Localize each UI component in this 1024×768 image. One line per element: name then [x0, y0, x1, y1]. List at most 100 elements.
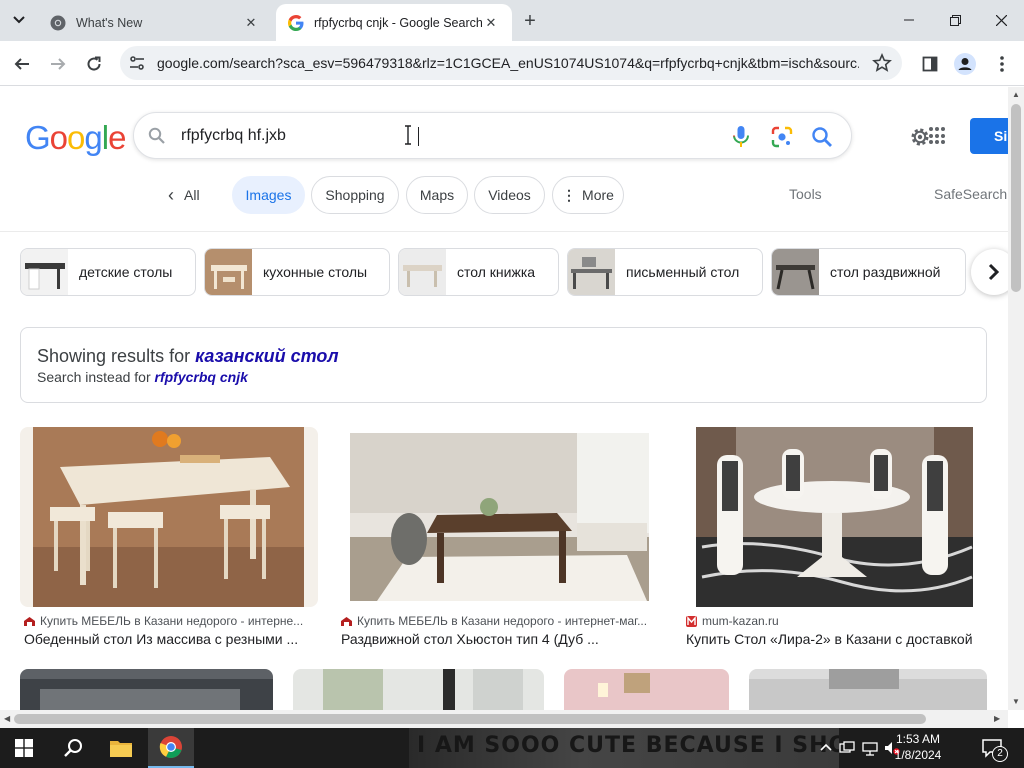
arrow-left-icon	[14, 58, 29, 70]
related-search-chip[interactable]: кухонные столы	[204, 248, 390, 296]
result-image[interactable]	[293, 669, 544, 710]
scroll-down-icon[interactable]: ▼	[1012, 697, 1020, 706]
close-icon	[995, 14, 1007, 26]
result-source-text: Купить МЕБЕЛЬ в Казани недорого - интерн…	[40, 614, 304, 628]
minimize-button[interactable]	[886, 0, 932, 40]
related-search-chip[interactable]: детские столы	[20, 248, 196, 296]
new-tab-button[interactable]: +	[518, 9, 542, 33]
horizontal-scrollbar[interactable]: ◀ ▶	[0, 710, 1008, 728]
system-clock[interactable]: 1:53 AM 1/8/2024	[884, 731, 952, 763]
search-instead-line: Search instead for rfpfycrbq cnjk	[37, 369, 248, 385]
wallpaper-text: I AM SOOO CUTE BECAUSE I SHOW	[417, 733, 839, 758]
result-image[interactable]	[749, 669, 987, 710]
related-search-label: стол книжка	[457, 264, 536, 280]
related-search-chip[interactable]: стол раздвижной	[771, 248, 966, 296]
tab-images[interactable]: Images	[232, 176, 305, 214]
result-title[interactable]: Обеденный стол Из массива с резными ...	[24, 631, 318, 647]
search-input[interactable]	[181, 125, 681, 147]
image-result[interactable]: mum-kazan.ru Купить Стол «Лира-2» в Каза…	[682, 427, 987, 649]
close-tab-button[interactable]: ✕	[242, 14, 260, 32]
text-cursor	[418, 127, 419, 146]
showing-results-prefix: Showing results for	[37, 346, 191, 366]
vertical-scrollbar[interactable]: ▲ ▼	[1008, 87, 1024, 710]
corrected-query-link[interactable]: казанский стол	[195, 346, 339, 366]
related-search-chip[interactable]: стол книжка	[398, 248, 559, 296]
google-apps-icon[interactable]	[929, 127, 947, 145]
tab-whats-new[interactable]: What's New ✕	[38, 4, 272, 41]
google-logo[interactable]: Google	[25, 119, 126, 157]
result-title[interactable]: Купить Стол «Лира-2» в Казани с доставко…	[686, 631, 987, 647]
arrow-right-icon	[51, 58, 66, 70]
related-search-label: письменный стол	[626, 264, 740, 280]
google-lens-icon[interactable]	[771, 126, 793, 148]
reload-button[interactable]	[80, 50, 108, 78]
file-explorer-button[interactable]	[98, 728, 144, 768]
address-bar[interactable]: google.com/search?sca_esv=596479318&rlz=…	[120, 46, 902, 80]
result-image	[682, 427, 987, 607]
taskbar: I AM SOOO CUTE BECAUSE I SHOW 1:53 AM 1/…	[0, 728, 1024, 768]
result-image[interactable]	[564, 669, 729, 710]
restore-button[interactable]	[932, 0, 978, 40]
nav-all[interactable]: ‹ All	[168, 178, 200, 212]
result-source[interactable]: Купить МЕБЕЛЬ в Казани недорого - интерн…	[24, 614, 314, 628]
image-result[interactable]: Купить МЕБЕЛЬ в Казани недорого - интерн…	[337, 427, 663, 649]
tab-videos[interactable]: Videos	[474, 176, 545, 214]
back-button[interactable]	[8, 50, 36, 78]
related-thumbnail	[568, 249, 615, 295]
tab-title: What's New	[76, 15, 143, 30]
safesearch-button[interactable]: SafeSearch	[934, 186, 1007, 202]
chrome-icon	[159, 736, 182, 758]
original-query-link[interactable]: rfpfycrbq cnjk	[155, 369, 248, 385]
chevron-up-icon[interactable]	[818, 740, 834, 756]
result-title[interactable]: Раздвижной стол Хьюстон тип 4 (Дуб ...	[341, 631, 663, 647]
menu-button[interactable]	[988, 50, 1016, 78]
forward-button[interactable]	[44, 50, 72, 78]
result-source[interactable]: Купить МЕБЕЛЬ в Казани недорого - интерн…	[341, 614, 663, 628]
result-source[interactable]: mum-kazan.ru	[686, 614, 986, 628]
side-panel-button[interactable]	[916, 50, 944, 78]
logo-letter: g	[84, 119, 102, 156]
related-thumbnail	[399, 249, 446, 295]
scroll-left-icon[interactable]: ◀	[4, 714, 10, 723]
chevron-right-icon	[988, 263, 1000, 281]
related-search-label: детские столы	[79, 264, 173, 280]
network-status-icon[interactable]	[839, 740, 855, 756]
taskbar-search-button[interactable]	[50, 728, 96, 768]
related-search-chip[interactable]: письменный стол	[567, 248, 763, 296]
close-tab-button[interactable]: ✕	[482, 14, 500, 32]
search-icon	[148, 127, 165, 144]
scrollbar-thumb[interactable]	[14, 714, 926, 724]
site-favicon-icon	[686, 615, 697, 627]
browser-toolbar: google.com/search?sca_esv=596479318&rlz=…	[0, 41, 1024, 86]
scroll-right-icon[interactable]: ▶	[994, 714, 1000, 723]
tools-button[interactable]: Tools	[789, 186, 822, 202]
tab-title: rfpfycrbq cnjk - Google Search	[314, 15, 482, 30]
tab-google-search[interactable]: rfpfycrbq cnjk - Google Search ✕	[276, 4, 512, 41]
result-image	[20, 427, 318, 607]
search-instead-prefix: Search instead for	[37, 369, 151, 385]
image-result[interactable]: Купить МЕБЕЛЬ в Казани недорого - интерн…	[20, 427, 318, 649]
close-window-button[interactable]	[978, 0, 1024, 40]
tab-maps[interactable]: Maps	[406, 176, 468, 214]
bookmark-star-icon[interactable]	[872, 53, 892, 73]
related-thumbnail	[205, 249, 252, 295]
minimize-icon	[904, 19, 914, 21]
logo-letter: e	[108, 119, 126, 156]
scrollbar-thumb[interactable]	[1011, 104, 1021, 292]
related-search-label: кухонные столы	[263, 264, 368, 280]
chrome-icon	[50, 15, 66, 30]
scroll-up-icon[interactable]: ▲	[1012, 90, 1020, 99]
spelling-correction-card: Showing results for казанский стол Searc…	[20, 327, 987, 403]
tab-search-button[interactable]	[6, 8, 32, 32]
tab-more[interactable]: ⋮ More	[552, 176, 624, 214]
profile-button[interactable]	[951, 50, 979, 78]
chrome-taskbar-button[interactable]	[148, 728, 194, 768]
search-submit-icon[interactable]	[811, 126, 833, 148]
result-source-text: Купить МЕБЕЛЬ в Казани недорого - интерн…	[357, 614, 648, 628]
microphone-icon[interactable]	[730, 125, 752, 149]
ethernet-icon[interactable]	[862, 740, 878, 756]
result-image[interactable]	[20, 669, 273, 710]
site-info-icon	[130, 56, 144, 70]
tab-shopping[interactable]: Shopping	[311, 176, 399, 214]
start-button[interactable]	[0, 728, 48, 768]
